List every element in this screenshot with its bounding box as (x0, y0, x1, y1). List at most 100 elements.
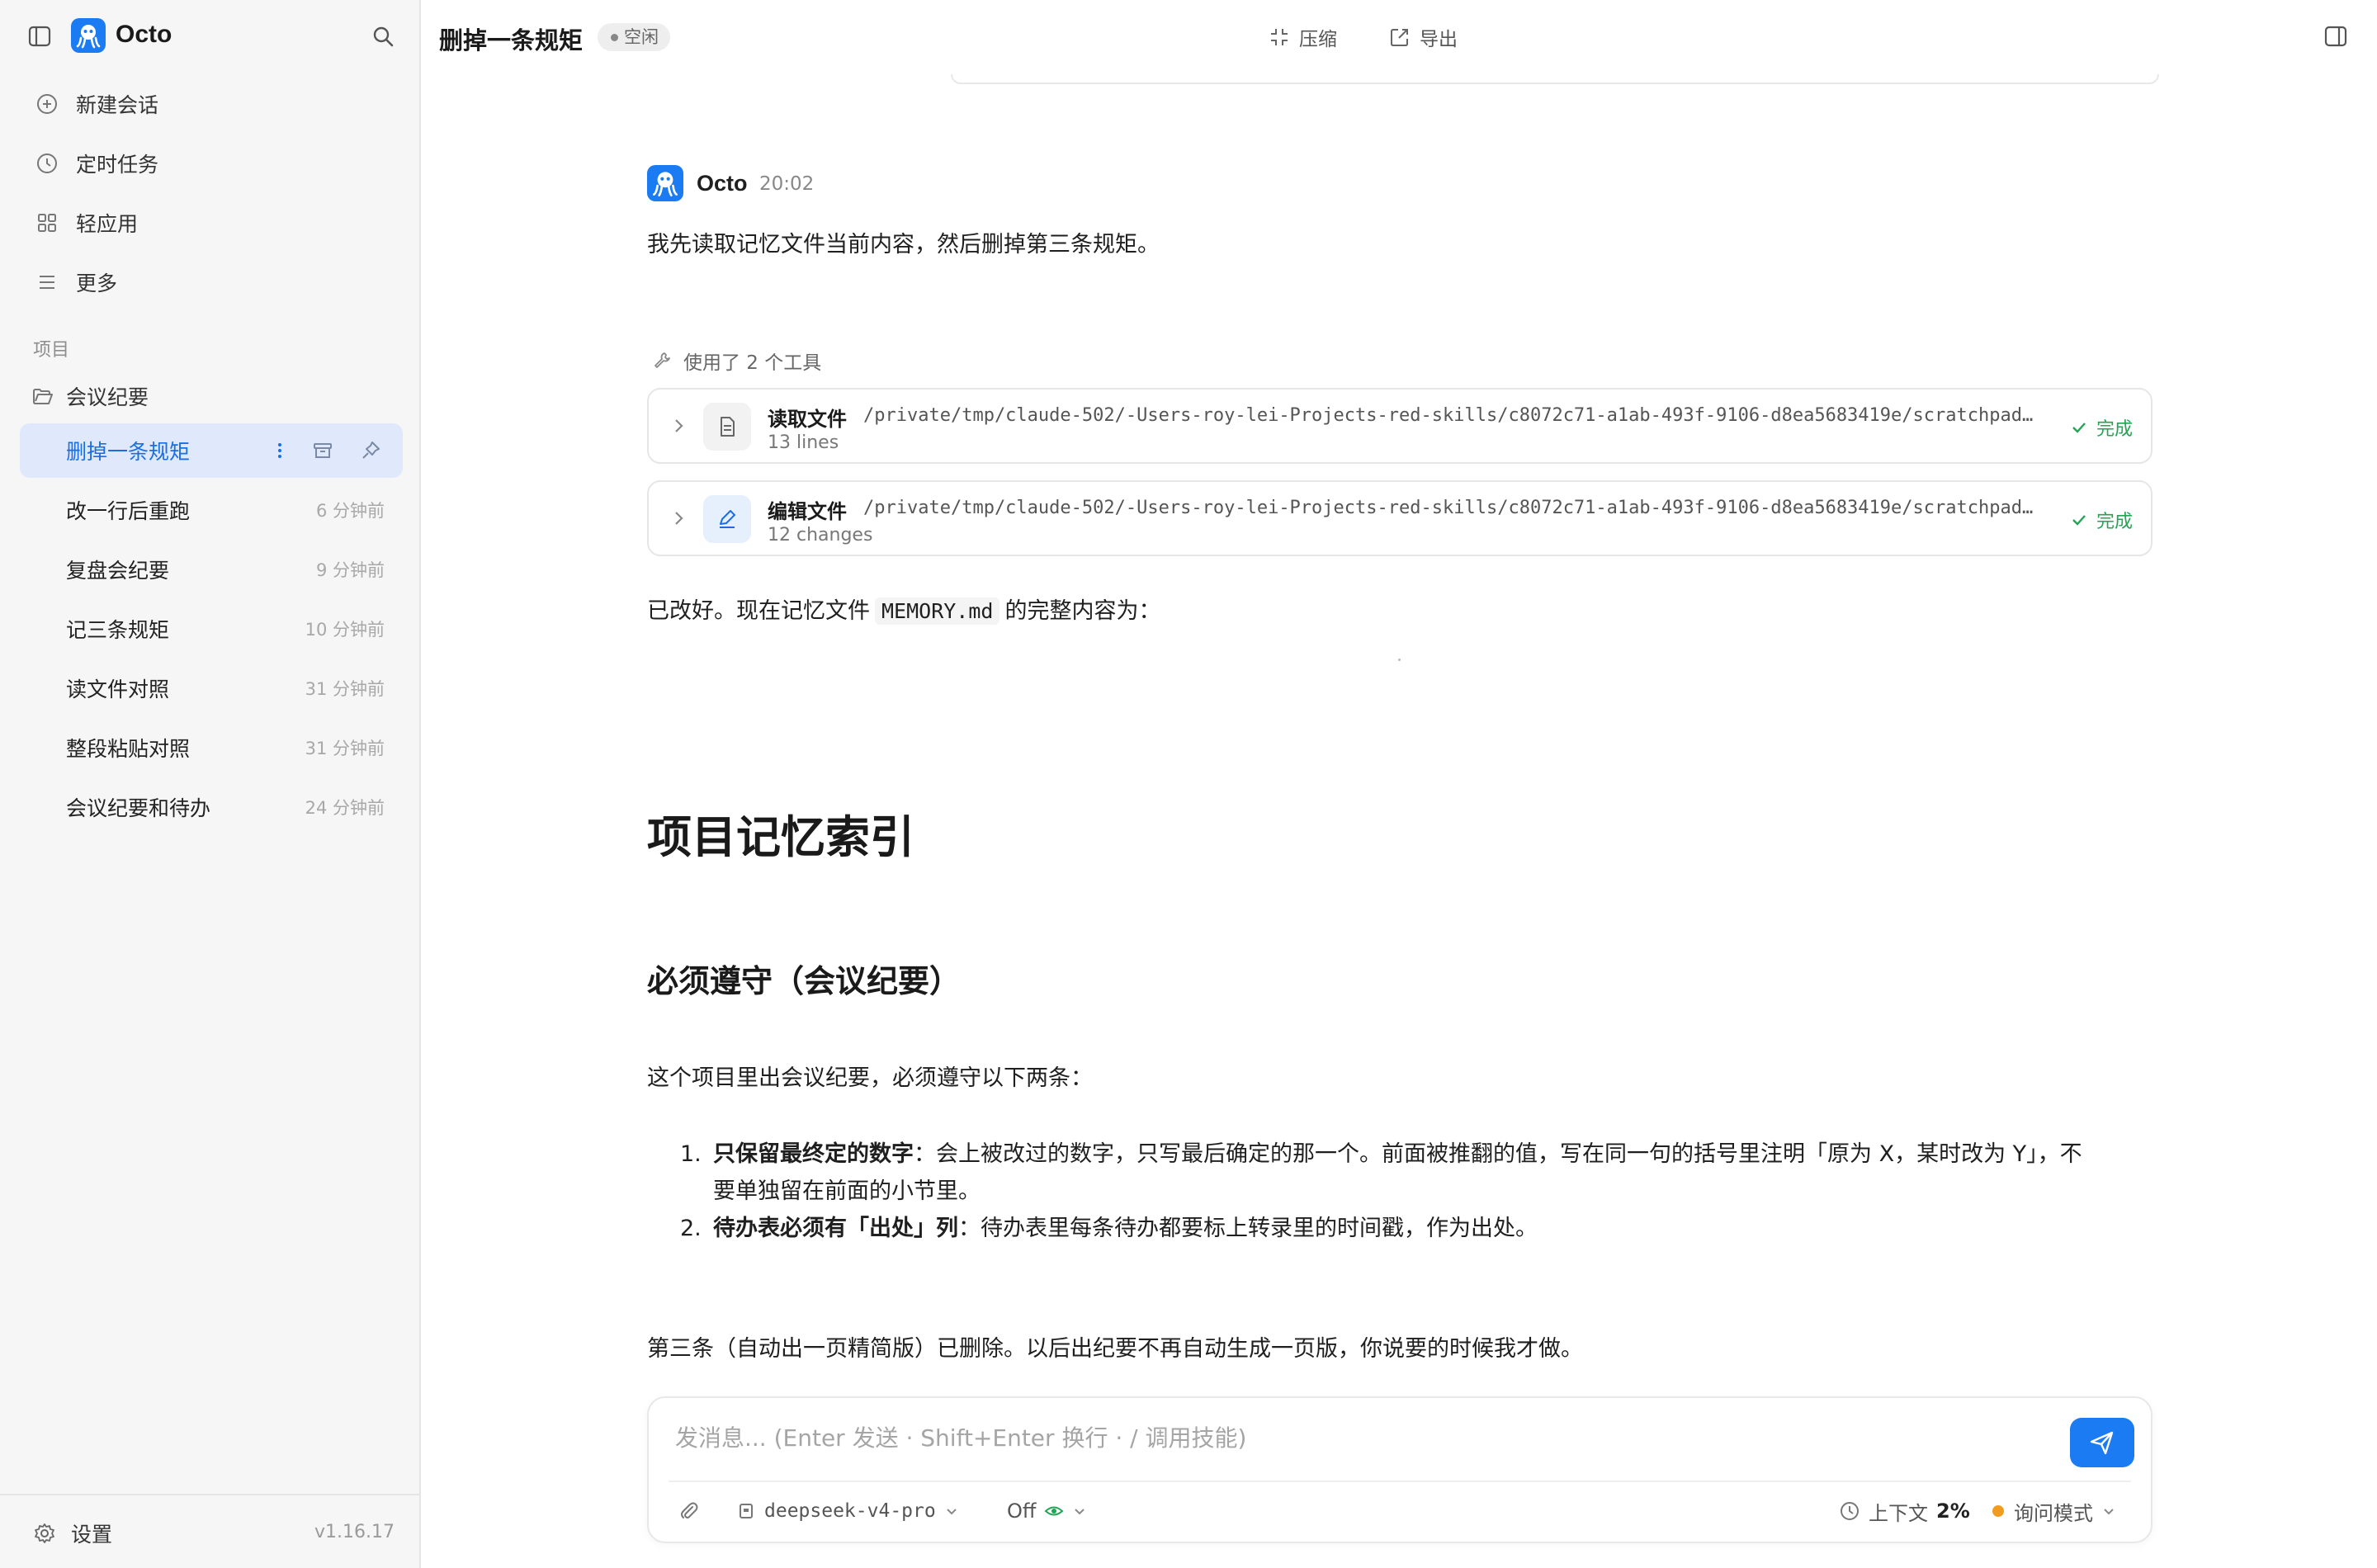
chevron-right-icon[interactable] (669, 508, 688, 528)
mode-label: 询问模式 (2014, 1501, 2093, 1525)
conversation-item[interactable]: 会议纪要和待办 24 分钟前 (20, 780, 403, 834)
send-button[interactable] (2070, 1418, 2134, 1467)
cpu-icon (740, 1504, 753, 1518)
conversation-item-active[interactable]: 删掉一条规矩 (20, 423, 403, 478)
previous-message-edge (951, 74, 2159, 84)
message-author: Octo (697, 171, 748, 196)
paperclip-icon (681, 1502, 698, 1518)
menu-icon (40, 276, 54, 289)
tool-call-card[interactable]: 编辑文件 /private/tmp/claude-502/-Users-roy-… (647, 480, 2153, 556)
nav-scheduled-tasks[interactable]: 定时任务 (20, 139, 401, 187)
compress-label: 压缩 (1299, 29, 1337, 50)
tool-status: 完成 (2070, 507, 2133, 533)
archive-icon[interactable] (310, 438, 335, 463)
tool-status: 完成 (2070, 414, 2133, 441)
composer-divider (669, 1481, 2131, 1482)
tool-meta: 13 lines (768, 432, 839, 453)
list-item-text-cont: 要单独留在前面的小节里。 (713, 1178, 981, 1204)
list-number: 1. (680, 1141, 702, 1167)
chevron-right-icon[interactable] (669, 416, 688, 436)
eye-icon (1044, 1506, 1064, 1516)
grid-icon (38, 214, 56, 232)
conversation-title: 改一行后重跑 (66, 499, 191, 523)
model-selector[interactable]: deepseek-v4-pro (736, 1495, 967, 1527)
tools-used-label[interactable]: 使用了 2 个工具 (652, 347, 821, 375)
nav-label: 定时任务 (76, 153, 159, 177)
export-button[interactable]: 导出 (1388, 23, 1458, 51)
visibility-toggle[interactable]: Off (1007, 1495, 1095, 1527)
mode-selector[interactable]: 询问模式 (1992, 1495, 2124, 1527)
tool-path: /private/tmp/claude-502/-Users-roy-lei-P… (863, 498, 2044, 518)
message-composer: deepseek-v4-pro Off 上下文 2% 询问模式 (647, 1396, 2153, 1543)
conversation-time: 6 分钟前 (315, 501, 385, 521)
conversation-time: 31 分钟前 (305, 679, 385, 699)
conversation-view: Octo 20:02 我先读取记忆文件当前内容，然后删掉第三条规矩。 使用了 2… (421, 74, 2377, 1568)
nav-new-session[interactable]: 新建会话 (20, 80, 401, 128)
chevron-down-icon (1075, 1509, 1085, 1515)
tool-call-card[interactable]: 读取文件 /private/tmp/claude-502/-Users-roy-… (647, 388, 2153, 464)
message-intro: 我先读取记忆文件当前内容，然后删掉第三条规矩。 (647, 232, 1160, 257)
folder-open-icon (33, 389, 53, 404)
sidebar: Octo 新建会话 定时任务 轻应用 更多 项目 会议纪要 删掉一条规矩 改一行… (0, 0, 421, 1568)
check-icon (2072, 515, 2086, 526)
chevron-down-icon (947, 1509, 957, 1515)
tool-name: 编辑文件 (768, 500, 847, 523)
context-value: 2% (1936, 1500, 1970, 1523)
conversation-title: 删掉一条规矩 (66, 440, 191, 464)
gear-icon (35, 1523, 54, 1543)
inline-code: MEMORY.md (875, 597, 1000, 625)
project-item[interactable]: 会议纪要 (31, 378, 149, 414)
nav-label: 更多 (76, 272, 118, 295)
conversation-item[interactable]: 记三条规矩 10 分钟前 (20, 602, 403, 656)
list-item-bold: 只保留最终定的数字 (713, 1141, 914, 1167)
list-item-text: ：待办表里每条待办都要标上转录里的时间戳，作为出处。 (958, 1216, 1538, 1241)
nav-light-apps[interactable]: 轻应用 (20, 199, 401, 247)
settings-button[interactable]: 设置 (33, 1518, 112, 1548)
search-icon[interactable] (370, 23, 396, 50)
project-name: 会议纪要 (66, 385, 149, 409)
message-input[interactable] (673, 1416, 2047, 1459)
export-label: 导出 (1420, 29, 1458, 50)
chevron-down-icon (2104, 1509, 2114, 1515)
conversation-item[interactable]: 读文件对照 31 分钟前 (20, 661, 403, 716)
conversation-item[interactable]: 改一行后重跑 6 分钟前 (20, 483, 403, 537)
clock-icon (1841, 1502, 1859, 1520)
result-suffix: 的完整内容为： (1004, 598, 1161, 624)
pin-icon[interactable] (358, 438, 383, 463)
tool-path: /private/tmp/claude-502/-Users-roy-lei-P… (863, 405, 2044, 426)
tool-meta: 12 changes (768, 525, 873, 545)
attach-button[interactable] (678, 1495, 708, 1527)
conversation-time: 10 分钟前 (305, 620, 385, 640)
app-name: Octo (116, 21, 172, 48)
plus-circle-icon (37, 94, 57, 114)
context-label: 上下文 (1869, 1501, 1928, 1525)
sidebar-toggle-icon[interactable] (26, 23, 53, 50)
conversation-title: 记三条规矩 (66, 618, 170, 642)
settings-label: 设置 (71, 1523, 113, 1547)
closing-note: 第三条（自动出一页精简版）已删除。以后出纪要不再自动生成一页版，你说要的时候我才… (647, 1336, 1583, 1362)
result-prefix: 已改好。现在记忆文件 (647, 598, 870, 624)
right-panel-toggle-icon[interactable] (2323, 23, 2349, 50)
send-icon (2090, 1431, 2114, 1455)
conversation-time: 31 分钟前 (305, 739, 385, 758)
nav-more[interactable]: 更多 (20, 258, 401, 306)
tool-name: 读取文件 (768, 408, 847, 431)
memory-heading-1: 项目记忆索引 (647, 811, 914, 863)
list-item: 2. 待办表必须有「出处」列：待办表里每条待办都要标上转录里的时间戳，作为出处。 (647, 1210, 2157, 1247)
list-number: 2. (680, 1216, 702, 1241)
check-icon (2072, 423, 2086, 433)
conversation-item[interactable]: 整段粘贴对照 31 分钟前 (20, 720, 403, 775)
conversation-title: 复盘会纪要 (66, 559, 170, 583)
wrench-icon (655, 352, 670, 368)
conversation-title: 整段粘贴对照 (66, 737, 191, 761)
memory-heading-2: 必须遵守（会议纪要） (647, 963, 962, 999)
compress-button[interactable]: 压缩 (1268, 23, 1337, 51)
more-vertical-icon[interactable] (267, 438, 292, 463)
memory-paragraph: 这个项目里出会议纪要，必须遵守以下两条： (647, 1065, 1093, 1091)
app-version: v1.16.17 (314, 1522, 395, 1542)
conversation-time: 24 分钟前 (305, 798, 385, 818)
sidebar-footer: 设置 v1.16.17 (0, 1494, 421, 1568)
sidebar-header: Octo (0, 0, 421, 74)
conversation-item[interactable]: 复盘会纪要 9 分钟前 (20, 542, 403, 597)
conversation-title: 读文件对照 (66, 678, 170, 701)
